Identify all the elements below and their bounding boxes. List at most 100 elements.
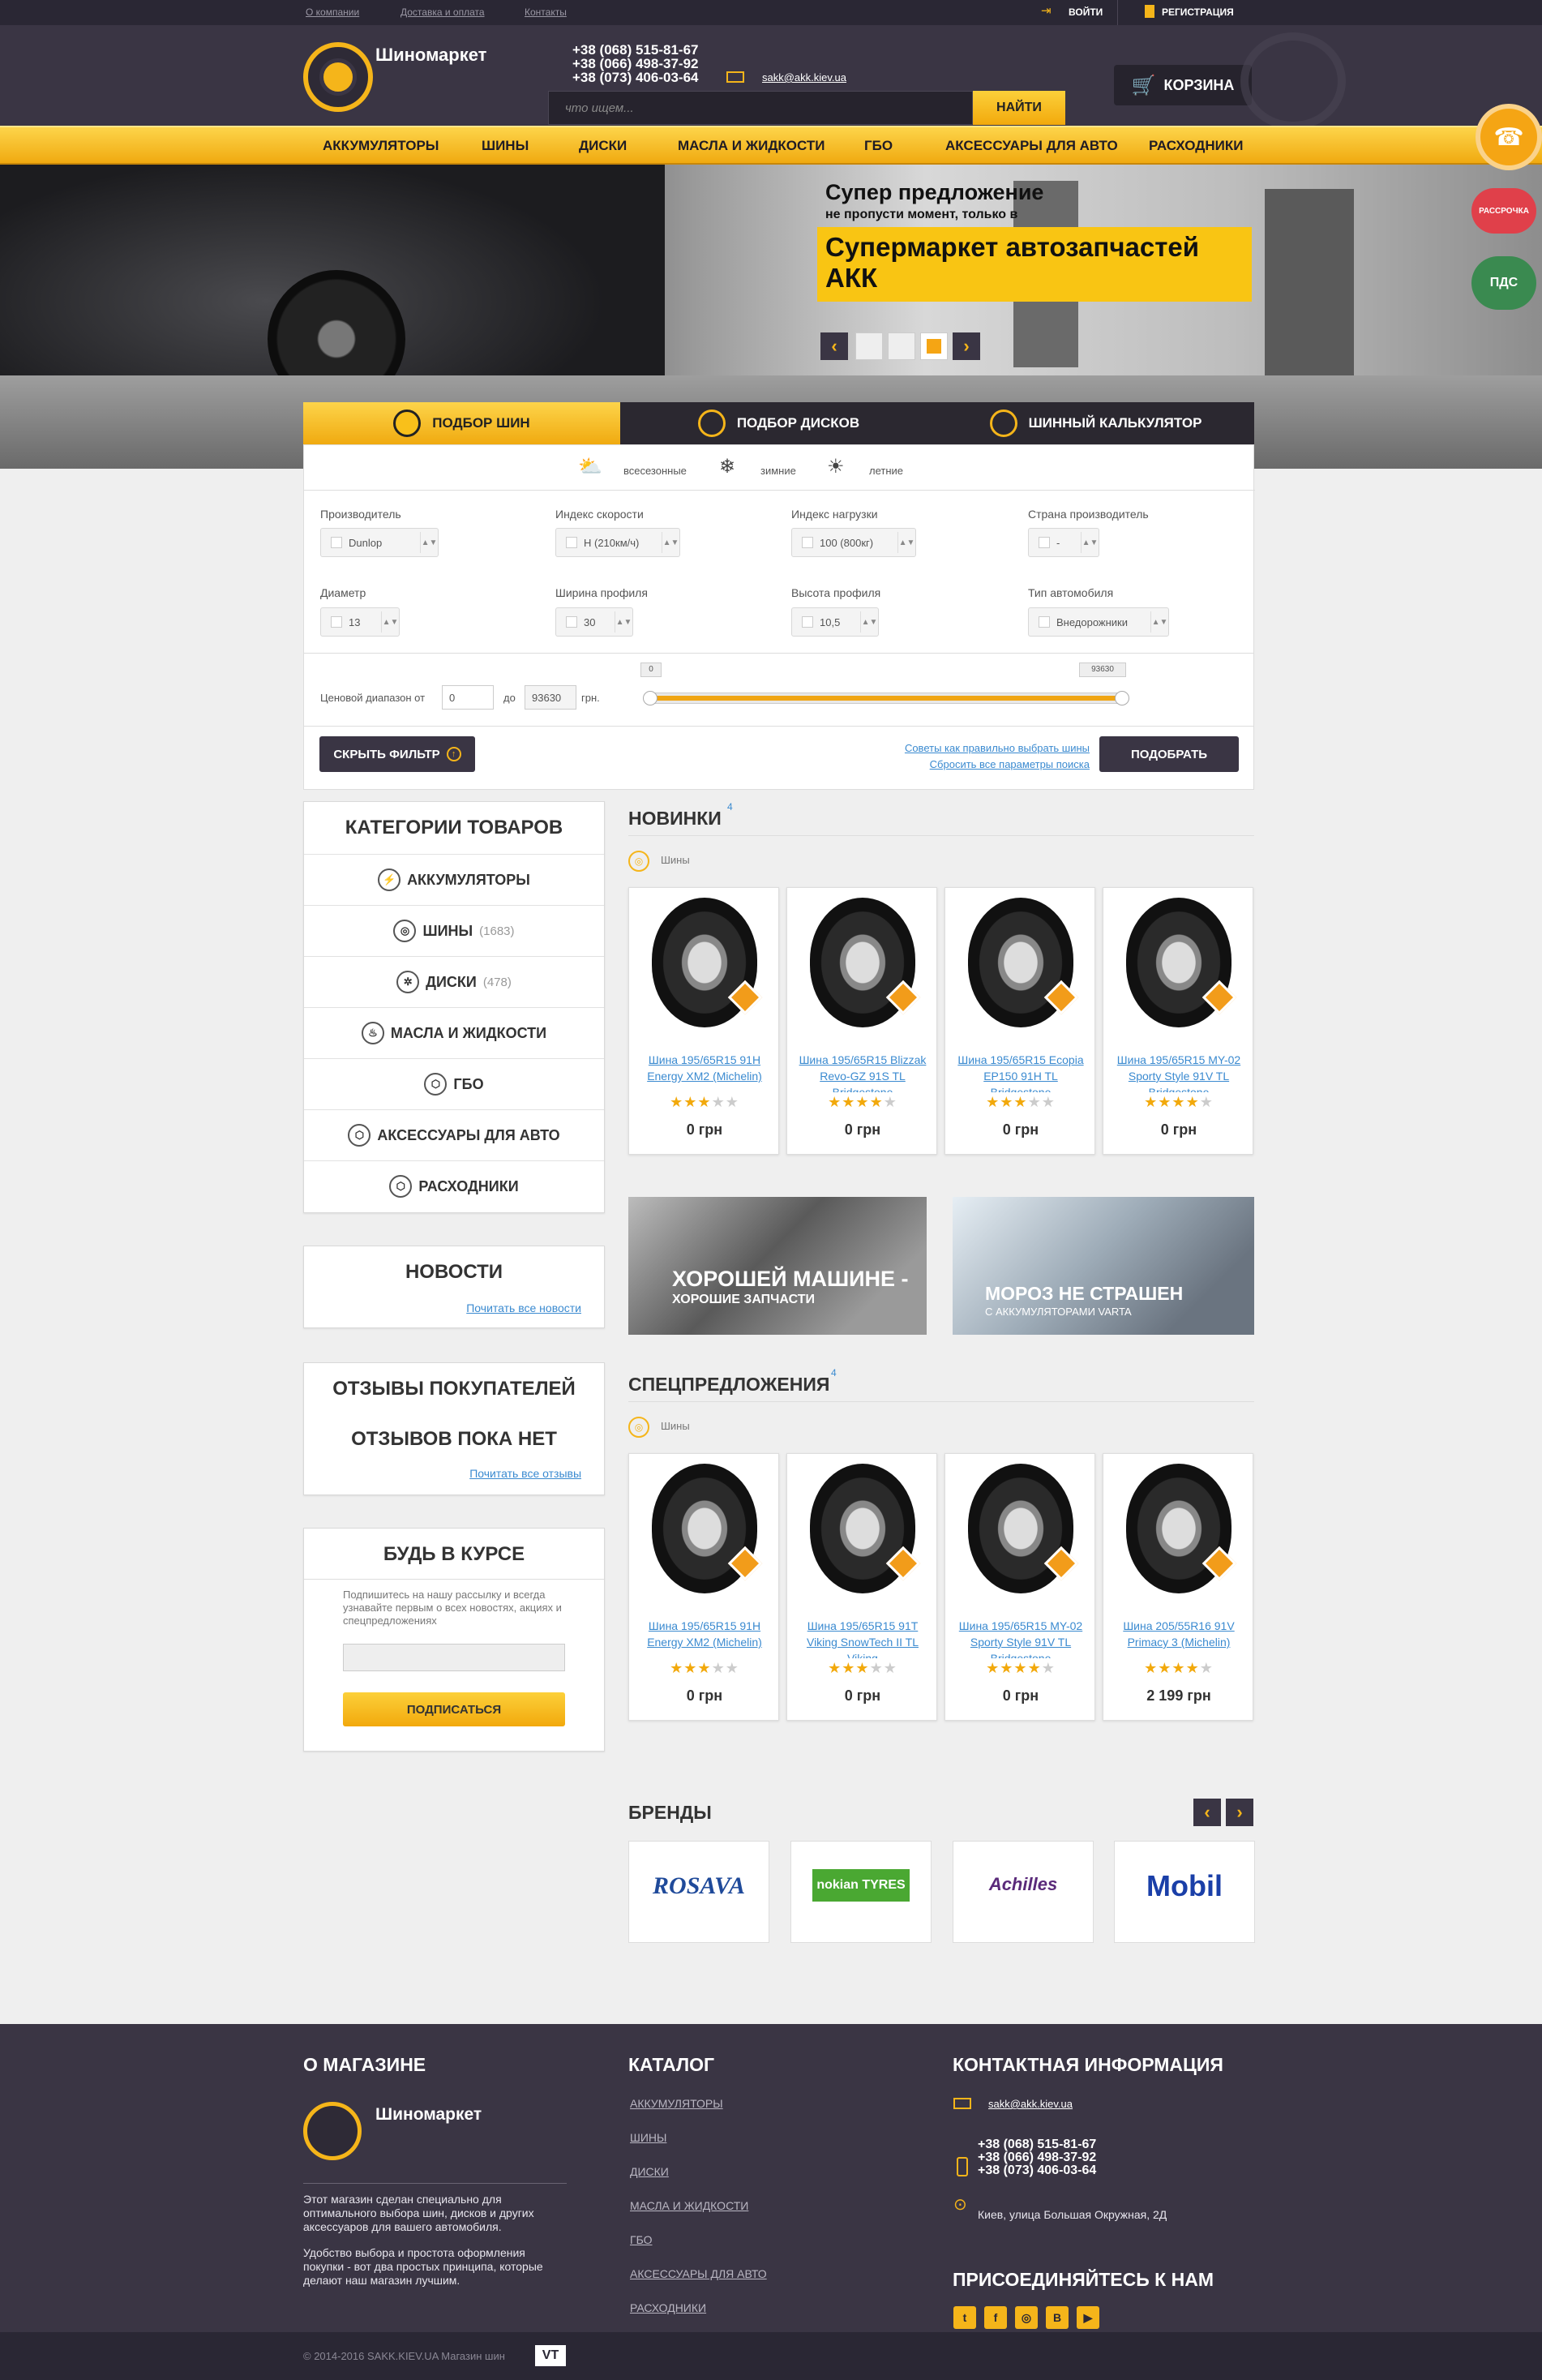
- diameter-select[interactable]: 13 ▲▼: [320, 607, 400, 637]
- twitter-icon[interactable]: t: [953, 2306, 976, 2329]
- season-summer[interactable]: летние: [869, 465, 903, 477]
- vk-icon[interactable]: B: [1046, 2306, 1069, 2329]
- callback-phone-icon[interactable]: ☎: [1476, 104, 1542, 170]
- tab-wheel-selection[interactable]: ПОДБОР ДИСКОВ: [620, 402, 937, 444]
- subscribe-button[interactable]: ПОДПИСАТЬСЯ: [343, 1692, 565, 1726]
- promo-banner-varta[interactable]: МОРОЗ НЕ СТРАШЕН С АККУМУЛЯТОРАМИ VARTA: [953, 1197, 1254, 1335]
- pds-tag[interactable]: ПДС: [1471, 256, 1536, 310]
- price-from-input[interactable]: 0: [442, 685, 494, 710]
- footer-link-oils[interactable]: МАСЛА И ЖИДКОСТИ: [630, 2199, 748, 2212]
- tab-tire-calculator[interactable]: ШИННЫЙ КАЛЬКУЛЯТОР: [937, 402, 1254, 444]
- brands-prev-button[interactable]: ‹: [1193, 1799, 1221, 1826]
- slider-max-handle[interactable]: [1115, 691, 1129, 705]
- product-card[interactable]: Шина 195/65R15 91H Energy XM2 (Michelin)…: [628, 887, 779, 1155]
- category-gbo[interactable]: ⬡ ГБО: [304, 1058, 604, 1109]
- login-link[interactable]: ВОЙТИ: [1069, 6, 1103, 18]
- footer-phone-2[interactable]: +38 (066) 498-37-92: [978, 2151, 1096, 2164]
- footer-link-wheels[interactable]: ДИСКИ: [630, 2165, 669, 2178]
- phone-2[interactable]: +38 (066) 498-37-92: [572, 57, 698, 71]
- footer-link-batteries[interactable]: АККУМУЛЯТОРЫ: [630, 2097, 723, 2110]
- about-link[interactable]: О компании: [306, 6, 359, 18]
- slider-min-handle[interactable]: [643, 691, 657, 705]
- category-batteries[interactable]: ⚡ АККУМУЛЯТОРЫ: [304, 854, 604, 905]
- search-input[interactable]: что ищем...: [548, 91, 973, 125]
- brand-rosava[interactable]: ROSAVA: [628, 1841, 769, 1943]
- special-section-subcat[interactable]: Шины: [661, 1420, 690, 1432]
- new-section-count[interactable]: 4: [727, 801, 733, 813]
- footer-phone-1[interactable]: +38 (068) 515-81-67: [978, 2138, 1096, 2151]
- product-name[interactable]: Шина 195/65R15 Ecopia EP150 91H TL Bridg…: [955, 1052, 1086, 1092]
- price-to-input[interactable]: 93630: [525, 685, 576, 710]
- category-wheels[interactable]: ✲ ДИСКИ (478): [304, 956, 604, 1007]
- brands-next-button[interactable]: ›: [1226, 1799, 1253, 1826]
- category-tires[interactable]: ◎ ШИНЫ (1683): [304, 905, 604, 956]
- winter-icon[interactable]: ❄: [719, 455, 735, 478]
- footer-link-tires[interactable]: ШИНЫ: [630, 2131, 666, 2144]
- category-oils[interactable]: ♨ МАСЛА И ЖИДКОСТИ: [304, 1007, 604, 1058]
- nav-wheels[interactable]: ДИСКИ: [579, 138, 627, 154]
- phone-3[interactable]: +38 (073) 406-03-64: [572, 71, 698, 84]
- product-card[interactable]: Шина 195/65R15 91H Energy XM2 (Michelin)…: [628, 1453, 779, 1721]
- nav-gbo[interactable]: ГБО: [864, 138, 893, 154]
- footer-phone-3[interactable]: +38 (073) 406-03-64: [978, 2164, 1096, 2177]
- slide-dot-3[interactable]: [920, 332, 948, 360]
- nav-tires[interactable]: ШИНЫ: [482, 138, 529, 154]
- all-news-link[interactable]: Почитать все новости: [466, 1301, 581, 1314]
- footer-link-accessories[interactable]: АКСЕССУАРЫ ДЛЯ АВТО: [630, 2267, 767, 2280]
- nav-accessories[interactable]: АКСЕССУАРЫ ДЛЯ АВТО: [945, 138, 1118, 154]
- footer-logo-icon[interactable]: [303, 2102, 362, 2160]
- delivery-link[interactable]: Доставка и оплата: [400, 6, 485, 18]
- load-index-select[interactable]: 100 (800кг) ▲▼: [791, 528, 916, 557]
- season-all[interactable]: всесезонные: [623, 465, 687, 477]
- footer-link-gbo[interactable]: ГБО: [630, 2233, 653, 2246]
- product-name[interactable]: Шина 195/65R15 91H Energy XM2 (Michelin): [639, 1618, 770, 1658]
- hide-filter-button[interactable]: СКРЫТЬ ФИЛЬТР ↑: [319, 736, 475, 772]
- footer-email[interactable]: sakk@akk.kiev.ua: [988, 2098, 1073, 2110]
- tab-tire-selection[interactable]: ПОДБОР ШИН: [303, 402, 620, 444]
- search-button[interactable]: НАЙТИ: [973, 91, 1065, 125]
- logo-text[interactable]: Шиномаркет: [375, 45, 486, 66]
- brand-achilles[interactable]: Achilles: [953, 1841, 1094, 1943]
- product-card[interactable]: Шина 195/65R15 91T Viking SnowTech II TL…: [786, 1453, 937, 1721]
- product-card[interactable]: Шина 195/65R15 MY-02 Sporty Style 91V TL…: [944, 1453, 1095, 1721]
- developer-logo[interactable]: VT: [535, 2345, 566, 2366]
- product-name[interactable]: Шина 195/65R15 91T Viking SnowTech II TL…: [797, 1618, 928, 1658]
- register-link[interactable]: РЕГИСТРАЦИЯ: [1162, 6, 1234, 18]
- nav-oils[interactable]: МАСЛА И ЖИДКОСТИ: [678, 138, 825, 154]
- product-card[interactable]: Шина 205/55R16 91V Primacy 3 (Michelin) …: [1103, 1453, 1253, 1721]
- new-section-subcat[interactable]: Шины: [661, 854, 690, 866]
- width-select[interactable]: 30 ▲▼: [555, 607, 633, 637]
- product-card[interactable]: Шина 195/65R15 Ecopia EP150 91H TL Bridg…: [944, 887, 1095, 1155]
- slide-prev-button[interactable]: ‹: [820, 332, 848, 360]
- nav-consumables[interactable]: РАСХОДНИКИ: [1149, 138, 1243, 154]
- brand-mobil[interactable]: Mobil: [1114, 1841, 1255, 1943]
- all-reviews-link[interactable]: Почитать все отзывы: [469, 1467, 581, 1480]
- youtube-icon[interactable]: ▶: [1077, 2306, 1099, 2329]
- product-card[interactable]: Шина 195/65R15 Blizzak Revo-GZ 91S TL Br…: [786, 887, 937, 1155]
- slide-dot-2[interactable]: [888, 332, 915, 360]
- tire-tips-link[interactable]: Советы как правильно выбрать шины: [905, 742, 1090, 754]
- vehicle-type-select[interactable]: Внедорожники ▲▼: [1028, 607, 1169, 637]
- country-select[interactable]: - ▲▼: [1028, 528, 1099, 557]
- category-consumables[interactable]: ⬡ РАСХОДНИКИ: [304, 1160, 604, 1211]
- footer-logo-text[interactable]: Шиномаркет: [375, 2105, 482, 2125]
- contacts-link[interactable]: Контакты: [525, 6, 567, 18]
- category-accessories[interactable]: ⬡ АКСЕССУАРЫ ДЛЯ АВТО: [304, 1109, 604, 1160]
- find-button[interactable]: ПОДОБРАТЬ: [1099, 736, 1239, 772]
- all-season-icon[interactable]: ⛅: [578, 455, 602, 478]
- height-select[interactable]: 10,5 ▲▼: [791, 607, 879, 637]
- product-name[interactable]: Шина 205/55R16 91V Primacy 3 (Michelin): [1113, 1618, 1244, 1658]
- footer-link-consumables[interactable]: РАСХОДНИКИ: [630, 2301, 706, 2314]
- special-section-count[interactable]: 4: [831, 1367, 837, 1379]
- facebook-icon[interactable]: f: [984, 2306, 1007, 2329]
- slide-next-button[interactable]: ›: [953, 332, 980, 360]
- promo-banner-parts[interactable]: ХОРОШЕЙ МАШИНЕ - ХОРОШИЕ ЗАПЧАСТИ: [628, 1197, 927, 1335]
- product-card[interactable]: Шина 195/65R15 MY-02 Sporty Style 91V TL…: [1103, 887, 1253, 1155]
- reset-filter-link[interactable]: Сбросить все параметры поиска: [930, 758, 1090, 770]
- header-email[interactable]: sakk@akk.kiev.ua: [762, 71, 846, 84]
- phone-1[interactable]: +38 (068) 515-81-67: [572, 43, 698, 57]
- instagram-icon[interactable]: ◎: [1015, 2306, 1038, 2329]
- product-name[interactable]: Шина 195/65R15 MY-02 Sporty Style 91V TL…: [1113, 1052, 1244, 1092]
- product-name[interactable]: Шина 195/65R15 MY-02 Sporty Style 91V TL…: [955, 1618, 1086, 1658]
- brand-nokian[interactable]: nokian TYRES: [790, 1841, 932, 1943]
